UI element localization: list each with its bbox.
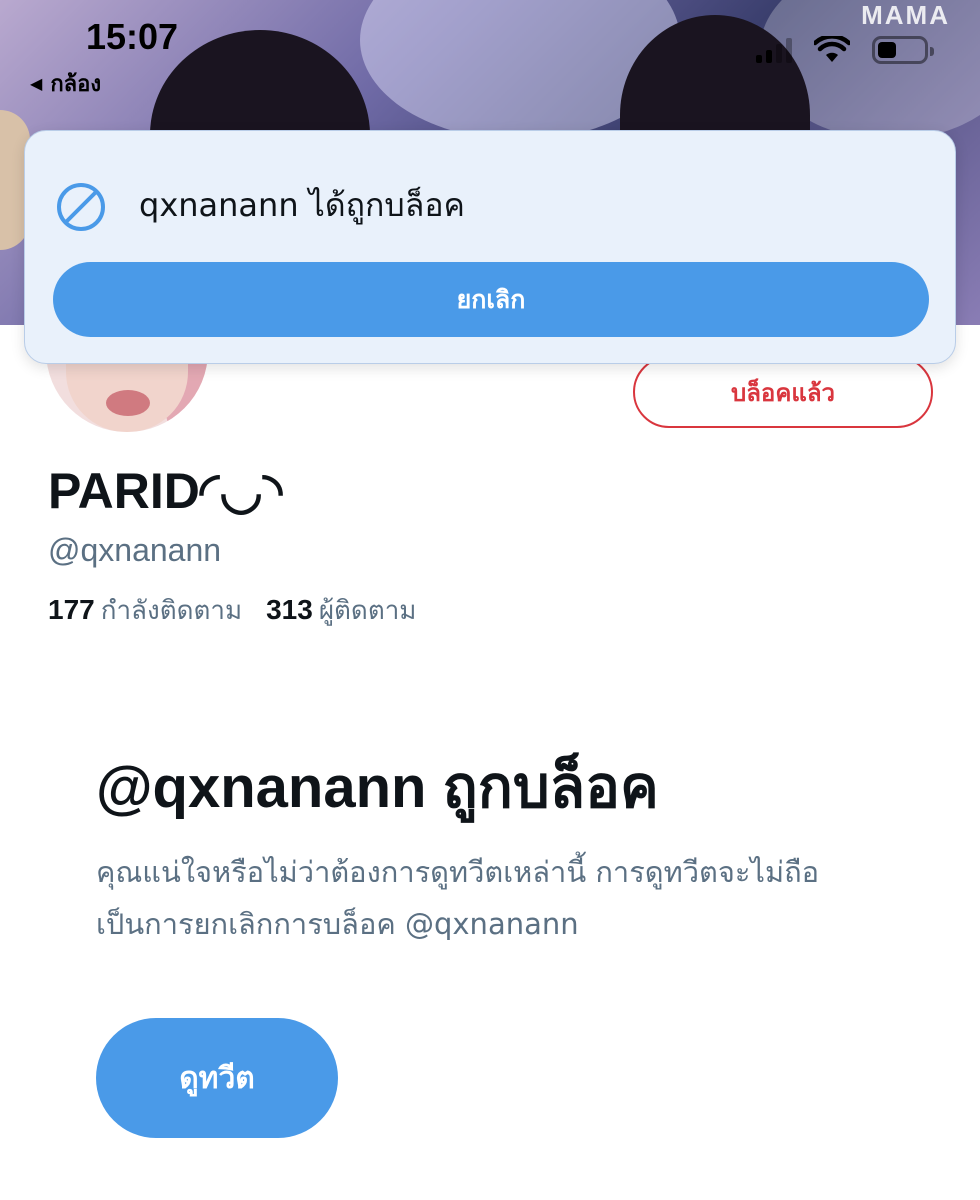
followers-label: ผู้ติดตาม: [318, 596, 417, 626]
blocked-title: @qxnanann ถูกบล็อค: [96, 755, 659, 820]
status-time: 15:07: [86, 16, 179, 57]
blocked-toast: qxnanann ได้ถูกบล็อค ยกเลิก: [24, 130, 956, 364]
banner-logo: MAMA: [861, 0, 950, 30]
followers-count: 313: [266, 594, 313, 625]
following-count: 177: [48, 594, 95, 625]
battery-icon: [872, 36, 934, 64]
status-icons: [756, 36, 934, 64]
followers-link[interactable]: 313 ผู้ติดตาม: [266, 590, 416, 631]
blocked-description: คุณแน่ใจหรือไม่ว่าต้องการดูทวีตเหล่านี้ …: [96, 855, 820, 941]
back-triangle-icon: ◀: [30, 74, 43, 93]
toast-message: qxnanann ได้ถูกบล็อค: [139, 186, 465, 224]
display-name: PARID◜◡◝: [48, 463, 283, 519]
follow-counts: 177 กำลังติดตาม 313 ผู้ติดตาม: [48, 590, 416, 631]
profile-handle: @qxnanann: [48, 532, 222, 568]
battery-level: [878, 42, 896, 58]
cellular-signal-icon: [756, 37, 792, 63]
following-link[interactable]: 177 กำลังติดตาม: [48, 590, 242, 631]
back-to-app-link[interactable]: ◀ กล้อง: [30, 66, 101, 101]
view-tweets-button[interactable]: ดูทวีต: [96, 1018, 338, 1138]
blocked-button[interactable]: บล็อคแล้ว: [633, 356, 933, 428]
following-label: กำลังติดตาม: [100, 596, 243, 626]
wifi-icon: [814, 36, 850, 62]
undo-block-button[interactable]: ยกเลิก: [53, 262, 929, 337]
back-app-label: กล้อง: [50, 72, 102, 97]
block-icon: [57, 183, 105, 231]
